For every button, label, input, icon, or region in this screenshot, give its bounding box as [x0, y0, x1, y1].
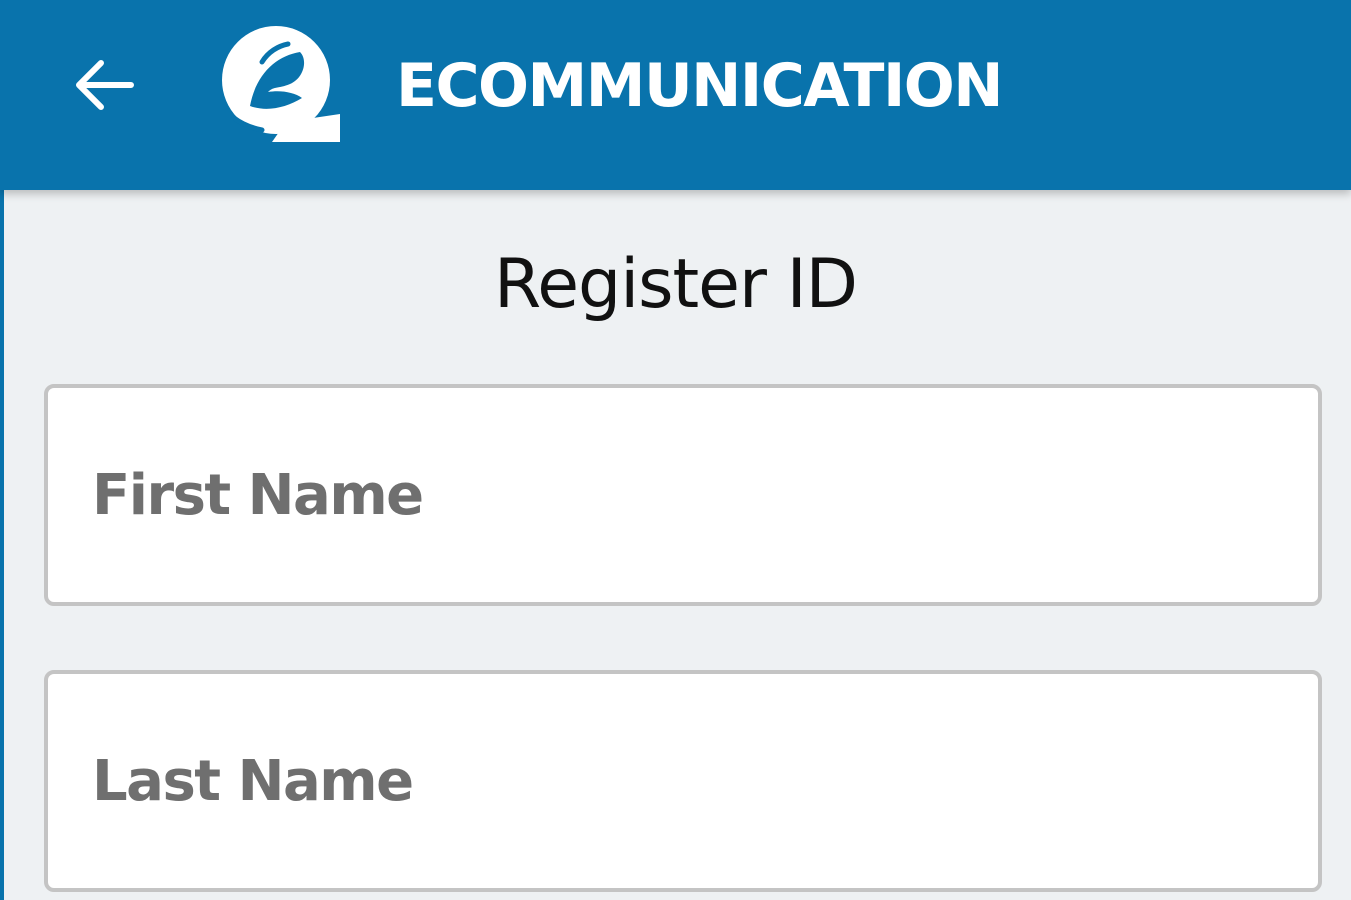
ecommunication-logo-icon — [222, 26, 340, 142]
app-logo — [216, 22, 344, 146]
app-title: ECOMMUNICATION — [396, 51, 1003, 121]
last-name-field[interactable] — [44, 670, 1322, 892]
last-name-input[interactable] — [48, 674, 1318, 888]
arrow-left-icon — [76, 60, 134, 110]
app-bar: ECOMMUNICATION — [0, 0, 1351, 190]
first-name-input[interactable] — [48, 388, 1318, 602]
back-button[interactable] — [62, 48, 146, 122]
first-name-field[interactable] — [44, 384, 1322, 606]
page-title: Register ID — [494, 245, 858, 324]
